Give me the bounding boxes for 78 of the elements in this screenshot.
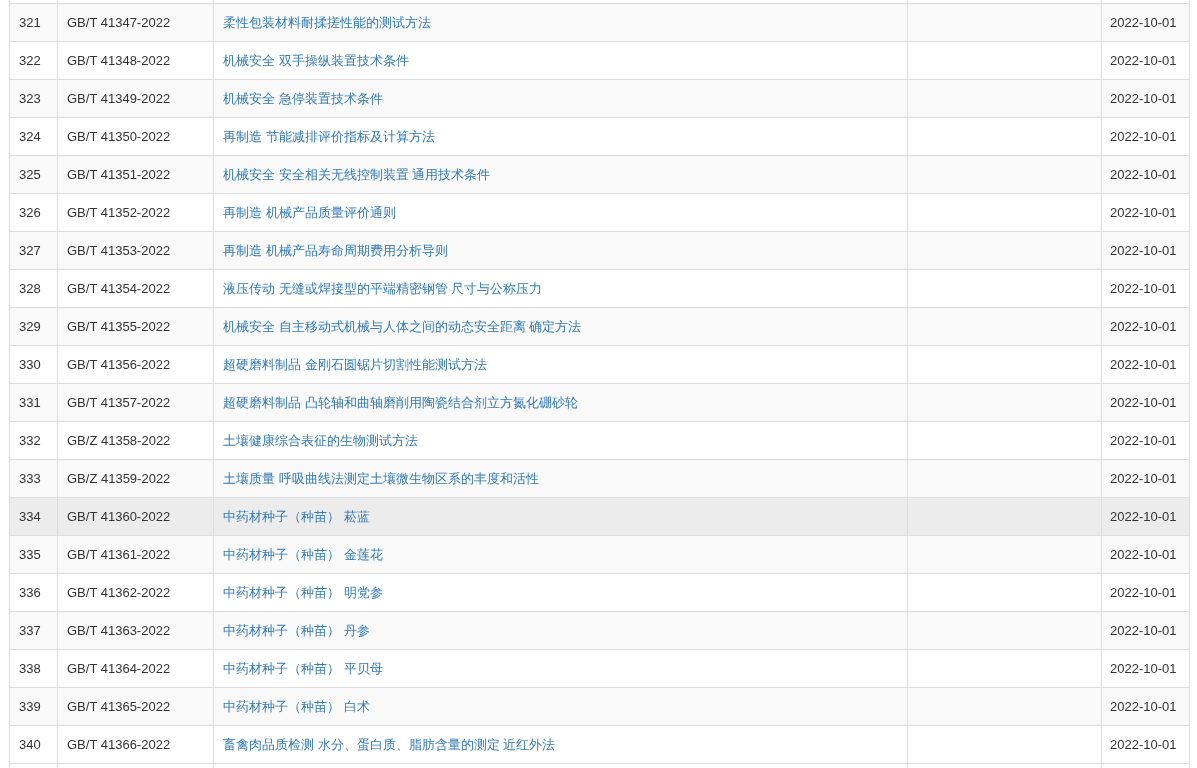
row-number: 322 bbox=[19, 53, 41, 68]
standard-title-link[interactable]: 中药材种子（种苗） 平贝母 bbox=[223, 660, 383, 676]
standard-title-link[interactable]: 再制造 节能减排评价指标及计算方法 bbox=[223, 128, 435, 144]
standard-code: GB/T 41348-2022 bbox=[67, 53, 171, 68]
row-number: 323 bbox=[19, 91, 41, 106]
date-text: 2022-10-01 bbox=[1110, 15, 1177, 30]
standard-code: GB/T 41355-2022 bbox=[67, 319, 171, 334]
row-number: 329 bbox=[19, 319, 41, 334]
row-number: 330 bbox=[19, 357, 41, 372]
standard-title-link[interactable]: 机械安全 双手操纵装置技术条件 bbox=[223, 52, 409, 68]
standard-title-link[interactable]: 机械安全 安全相关无线控制装置 通用技术条件 bbox=[223, 166, 491, 182]
standard-code: GB/Z 41358-2022 bbox=[67, 433, 171, 448]
standard-title-link[interactable]: 超硬磨料制品 金刚石圆锯片切割性能测试方法 bbox=[223, 356, 487, 372]
date-text: 2022-10-01 bbox=[1110, 91, 1177, 106]
row-number: 321 bbox=[19, 15, 41, 30]
standard-code: GB/T 41360-2022 bbox=[67, 509, 171, 524]
standard-title-link[interactable]: 中药材种子（种苗） 白术 bbox=[223, 698, 370, 714]
standard-code: GB/T 41353-2022 bbox=[67, 243, 171, 258]
standard-title-link[interactable]: 土壤健康综合表征的生物测试方法 bbox=[223, 432, 418, 448]
standard-title-link[interactable]: 土壤质量 呼吸曲线法测定土壤微生物区系的丰度和活性 bbox=[223, 470, 539, 486]
date-text: 2022-10-01 bbox=[1110, 585, 1177, 600]
standard-title-link[interactable]: 再制造 机械产品质量评价通则 bbox=[223, 204, 396, 220]
standard-code: GB/T 41365-2022 bbox=[67, 699, 171, 714]
standard-title-link[interactable]: 中药材种子（种苗） 明党参 bbox=[223, 584, 383, 600]
date-text: 2022-10-01 bbox=[1110, 357, 1177, 372]
standard-title-link[interactable]: 液压传动 无缝或焊接型的平端精密钢管 尺寸与公称压力 bbox=[223, 280, 543, 296]
standard-code: GB/T 41364-2022 bbox=[67, 661, 171, 676]
date-text: 2022-10-01 bbox=[1110, 243, 1177, 258]
date-text: 2022-10-01 bbox=[1110, 623, 1177, 638]
standard-title-link[interactable]: 中药材种子（种苗） 丹参 bbox=[223, 622, 370, 638]
standard-code: GB/T 41349-2022 bbox=[67, 91, 171, 106]
date-text: 2022-10-01 bbox=[1110, 699, 1177, 714]
standard-code: GB/T 41350-2022 bbox=[67, 129, 171, 144]
standard-code: GB/T 41361-2022 bbox=[67, 547, 171, 562]
standard-title-link[interactable]: 畜禽肉品质检测 水分、蛋白质、脂肪含量的测定 近红外法 bbox=[223, 736, 556, 752]
date-text: 2022-10-01 bbox=[1110, 737, 1177, 752]
date-text: 2022-10-01 bbox=[1110, 205, 1177, 220]
standard-code: GB/T 41366-2022 bbox=[67, 737, 171, 752]
row-number: 327 bbox=[19, 243, 41, 258]
date-text: 2022-10-01 bbox=[1110, 53, 1177, 68]
standard-code: GB/T 41351-2022 bbox=[67, 167, 171, 182]
date-text: 2022-10-01 bbox=[1110, 509, 1177, 524]
standard-code: GB/Z 41359-2022 bbox=[67, 471, 171, 486]
row-number: 324 bbox=[19, 129, 41, 144]
standard-title-link[interactable]: 机械安全 急停装置技术条件 bbox=[223, 90, 383, 106]
date-text: 2022-10-01 bbox=[1110, 167, 1177, 182]
date-text: 2022-10-01 bbox=[1110, 281, 1177, 296]
row-number: 326 bbox=[19, 205, 41, 220]
date-text: 2022-10-01 bbox=[1110, 319, 1177, 334]
standard-code: GB/T 41354-2022 bbox=[67, 281, 171, 296]
row-number: 339 bbox=[19, 699, 41, 714]
standard-code: GB/T 41363-2022 bbox=[67, 623, 171, 638]
date-text: 2022-10-01 bbox=[1110, 129, 1177, 144]
date-text: 2022-10-01 bbox=[1110, 433, 1177, 448]
row-number: 333 bbox=[19, 471, 41, 486]
date-text: 2022-10-01 bbox=[1110, 395, 1177, 410]
standard-code: GB/T 41362-2022 bbox=[67, 585, 171, 600]
standard-title-link[interactable]: 柔性包装材料耐揉搓性能的测试方法 bbox=[223, 14, 431, 30]
standard-title-link[interactable]: 再制造 机械产品寿命周期费用分析导则 bbox=[223, 242, 448, 258]
row-number: 325 bbox=[19, 167, 41, 182]
row-number: 337 bbox=[19, 623, 41, 638]
standard-code: GB/T 41347-2022 bbox=[67, 15, 171, 30]
date-text: 2022-10-01 bbox=[1110, 661, 1177, 676]
row-number: 332 bbox=[19, 433, 41, 448]
date-text: 2022-10-01 bbox=[1110, 471, 1177, 486]
row-number: 336 bbox=[19, 585, 41, 600]
standard-code: GB/T 41356-2022 bbox=[67, 357, 171, 372]
standard-code: GB/T 41352-2022 bbox=[67, 205, 171, 220]
row-number: 334 bbox=[19, 509, 41, 524]
row-number: 335 bbox=[19, 547, 41, 562]
row-number: 328 bbox=[19, 281, 41, 296]
standard-code: GB/T 41357-2022 bbox=[67, 395, 171, 410]
row-number: 338 bbox=[19, 661, 41, 676]
date-text: 2022-10-01 bbox=[1110, 547, 1177, 562]
row-number: 331 bbox=[19, 395, 41, 410]
standard-title-link[interactable]: 中药材种子（种苗） 菘蓝 bbox=[223, 508, 370, 524]
row-number: 340 bbox=[19, 737, 41, 752]
standard-title-link[interactable]: 中药材种子（种苗） 金莲花 bbox=[223, 546, 383, 562]
